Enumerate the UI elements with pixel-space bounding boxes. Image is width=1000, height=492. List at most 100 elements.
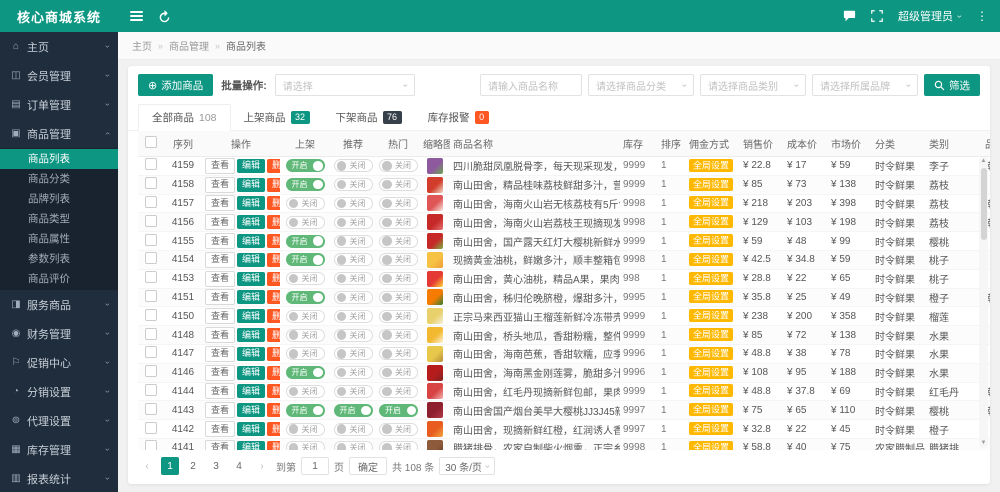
toggle-switch[interactable]: 关闭 — [334, 310, 373, 323]
sidebar-item-orders[interactable]: ▤订单管理› — [0, 90, 118, 119]
toggle-switch[interactable]: 关闭 — [334, 423, 373, 436]
product-thumbnail[interactable] — [427, 158, 443, 174]
toggle-switch[interactable]: 关闭 — [334, 235, 373, 248]
view-button[interactable]: 查看 — [205, 195, 235, 211]
delete-button[interactable]: 删除 — [267, 215, 280, 229]
product-thumbnail[interactable] — [427, 195, 443, 211]
sidebar-item-promotion[interactable]: ⚐促销中心› — [0, 348, 118, 377]
toggle-switch[interactable]: 关闭 — [379, 253, 418, 266]
commission-badge[interactable]: 全局设置 — [689, 309, 733, 322]
toggle-switch[interactable]: 关闭 — [334, 347, 373, 360]
commission-badge[interactable]: 全局设置 — [689, 290, 733, 303]
view-button[interactable]: 查看 — [205, 327, 235, 343]
row-checkbox[interactable] — [145, 384, 157, 396]
toggle-switch[interactable]: 关闭 — [334, 385, 373, 398]
product-thumbnail[interactable] — [427, 289, 443, 305]
row-checkbox[interactable] — [145, 403, 157, 415]
toggle-switch[interactable]: 关闭 — [379, 347, 418, 360]
row-checkbox[interactable] — [145, 215, 157, 227]
admin-user-menu[interactable]: 超级管理员 › — [898, 8, 961, 24]
edit-button[interactable]: 编辑 — [237, 347, 265, 361]
collapse-sidebar-icon[interactable] — [130, 11, 143, 21]
row-checkbox[interactable] — [145, 234, 157, 246]
delete-button[interactable]: 删除 — [267, 253, 280, 267]
toggle-switch[interactable]: 关闭 — [334, 159, 373, 172]
toggle-switch[interactable]: 关闭 — [379, 291, 418, 304]
edit-button[interactable]: 编辑 — [237, 422, 265, 436]
view-button[interactable]: 查看 — [205, 289, 235, 305]
product-thumbnail[interactable] — [427, 383, 443, 399]
toggle-switch[interactable]: 关闭 — [379, 366, 418, 379]
fullscreen-icon[interactable] — [871, 10, 883, 22]
view-button[interactable]: 查看 — [205, 233, 235, 249]
toggle-switch[interactable]: 关闭 — [286, 329, 325, 342]
toggle-switch[interactable]: 关闭 — [286, 197, 325, 210]
toggle-switch[interactable]: 关闭 — [334, 253, 373, 266]
toggle-switch[interactable]: 关闭 — [286, 272, 325, 285]
delete-button[interactable]: 删除 — [267, 196, 280, 210]
delete-button[interactable]: 删除 — [267, 422, 280, 436]
page-button-2[interactable]: 2 — [184, 457, 202, 475]
select-all-checkbox[interactable] — [145, 136, 157, 148]
commission-badge[interactable]: 全局设置 — [689, 234, 733, 247]
commission-badge[interactable]: 全局设置 — [689, 272, 733, 285]
product-thumbnail[interactable] — [427, 440, 443, 450]
delete-button[interactable]: 删除 — [267, 366, 280, 380]
view-button[interactable]: 查看 — [205, 158, 235, 174]
row-checkbox[interactable] — [145, 290, 157, 302]
toggle-switch[interactable]: 关闭 — [334, 216, 373, 229]
view-button[interactable]: 查看 — [205, 271, 235, 287]
sidebar-item-finance[interactable]: ◉财务管理› — [0, 319, 118, 348]
view-button[interactable]: 查看 — [205, 421, 235, 437]
edit-button[interactable]: 编辑 — [237, 441, 265, 450]
toggle-switch[interactable]: 关闭 — [379, 159, 418, 172]
commission-badge[interactable]: 全局设置 — [689, 159, 733, 172]
sidebar-item-home[interactable]: ⌂主页› — [0, 32, 118, 61]
page-button-3[interactable]: 3 — [207, 457, 225, 475]
product-thumbnail[interactable] — [427, 233, 443, 249]
toggle-switch[interactable]: 关闭 — [379, 423, 418, 436]
sidebar-subitem[interactable]: 商品评价 — [0, 269, 118, 289]
commission-badge[interactable]: 全局设置 — [689, 422, 733, 435]
sidebar-item-members[interactable]: ◫会员管理› — [0, 61, 118, 90]
delete-button[interactable]: 删除 — [267, 290, 280, 304]
toggle-switch[interactable]: 开启 — [334, 404, 373, 417]
commission-badge[interactable]: 全局设置 — [689, 196, 733, 209]
toggle-switch[interactable]: 开启 — [286, 159, 325, 172]
refresh-icon[interactable] — [158, 10, 171, 23]
toggle-switch[interactable]: 开启 — [286, 291, 325, 304]
commission-badge[interactable]: 全局设置 — [689, 366, 733, 379]
edit-button[interactable]: 编辑 — [237, 178, 265, 192]
category-filter-select[interactable]: 请选择商品分类 › — [588, 74, 694, 96]
view-button[interactable]: 查看 — [205, 177, 235, 193]
row-checkbox[interactable] — [145, 346, 157, 358]
edit-button[interactable]: 编辑 — [237, 328, 265, 342]
toggle-switch[interactable]: 关闭 — [379, 310, 418, 323]
sidebar-subitem[interactable]: 商品类型 — [0, 209, 118, 229]
product-name-input[interactable]: 请输入商品名称 — [480, 74, 582, 96]
delete-button[interactable]: 删除 — [267, 441, 280, 450]
view-button[interactable]: 查看 — [205, 440, 235, 450]
view-button[interactable]: 查看 — [205, 365, 235, 381]
row-checkbox[interactable] — [145, 309, 157, 321]
view-button[interactable]: 查看 — [205, 346, 235, 362]
toggle-switch[interactable]: 关闭 — [286, 216, 325, 229]
toggle-switch[interactable]: 关闭 — [286, 385, 325, 398]
row-checkbox[interactable] — [145, 440, 157, 450]
tab-上架商品[interactable]: 上架商品32 — [231, 105, 323, 130]
per-page-select[interactable]: 30 条/页 › — [439, 457, 495, 475]
toggle-switch[interactable]: 关闭 — [286, 441, 325, 450]
commission-badge[interactable]: 全局设置 — [689, 403, 733, 416]
product-thumbnail[interactable] — [427, 177, 443, 193]
message-icon[interactable] — [843, 10, 856, 22]
edit-button[interactable]: 编辑 — [237, 290, 265, 304]
product-thumbnail[interactable] — [427, 421, 443, 437]
sidebar-subitem[interactable]: 品牌列表 — [0, 189, 118, 209]
more-options-icon[interactable]: ⋮ — [976, 9, 988, 23]
commission-badge[interactable]: 全局设置 — [689, 178, 733, 191]
add-product-button[interactable]: ⊕ 添加商品 — [138, 74, 213, 96]
filter-button[interactable]: 筛选 — [924, 74, 980, 96]
commission-badge[interactable]: 全局设置 — [689, 441, 733, 450]
edit-button[interactable]: 编辑 — [237, 253, 265, 267]
delete-button[interactable]: 删除 — [267, 234, 280, 248]
